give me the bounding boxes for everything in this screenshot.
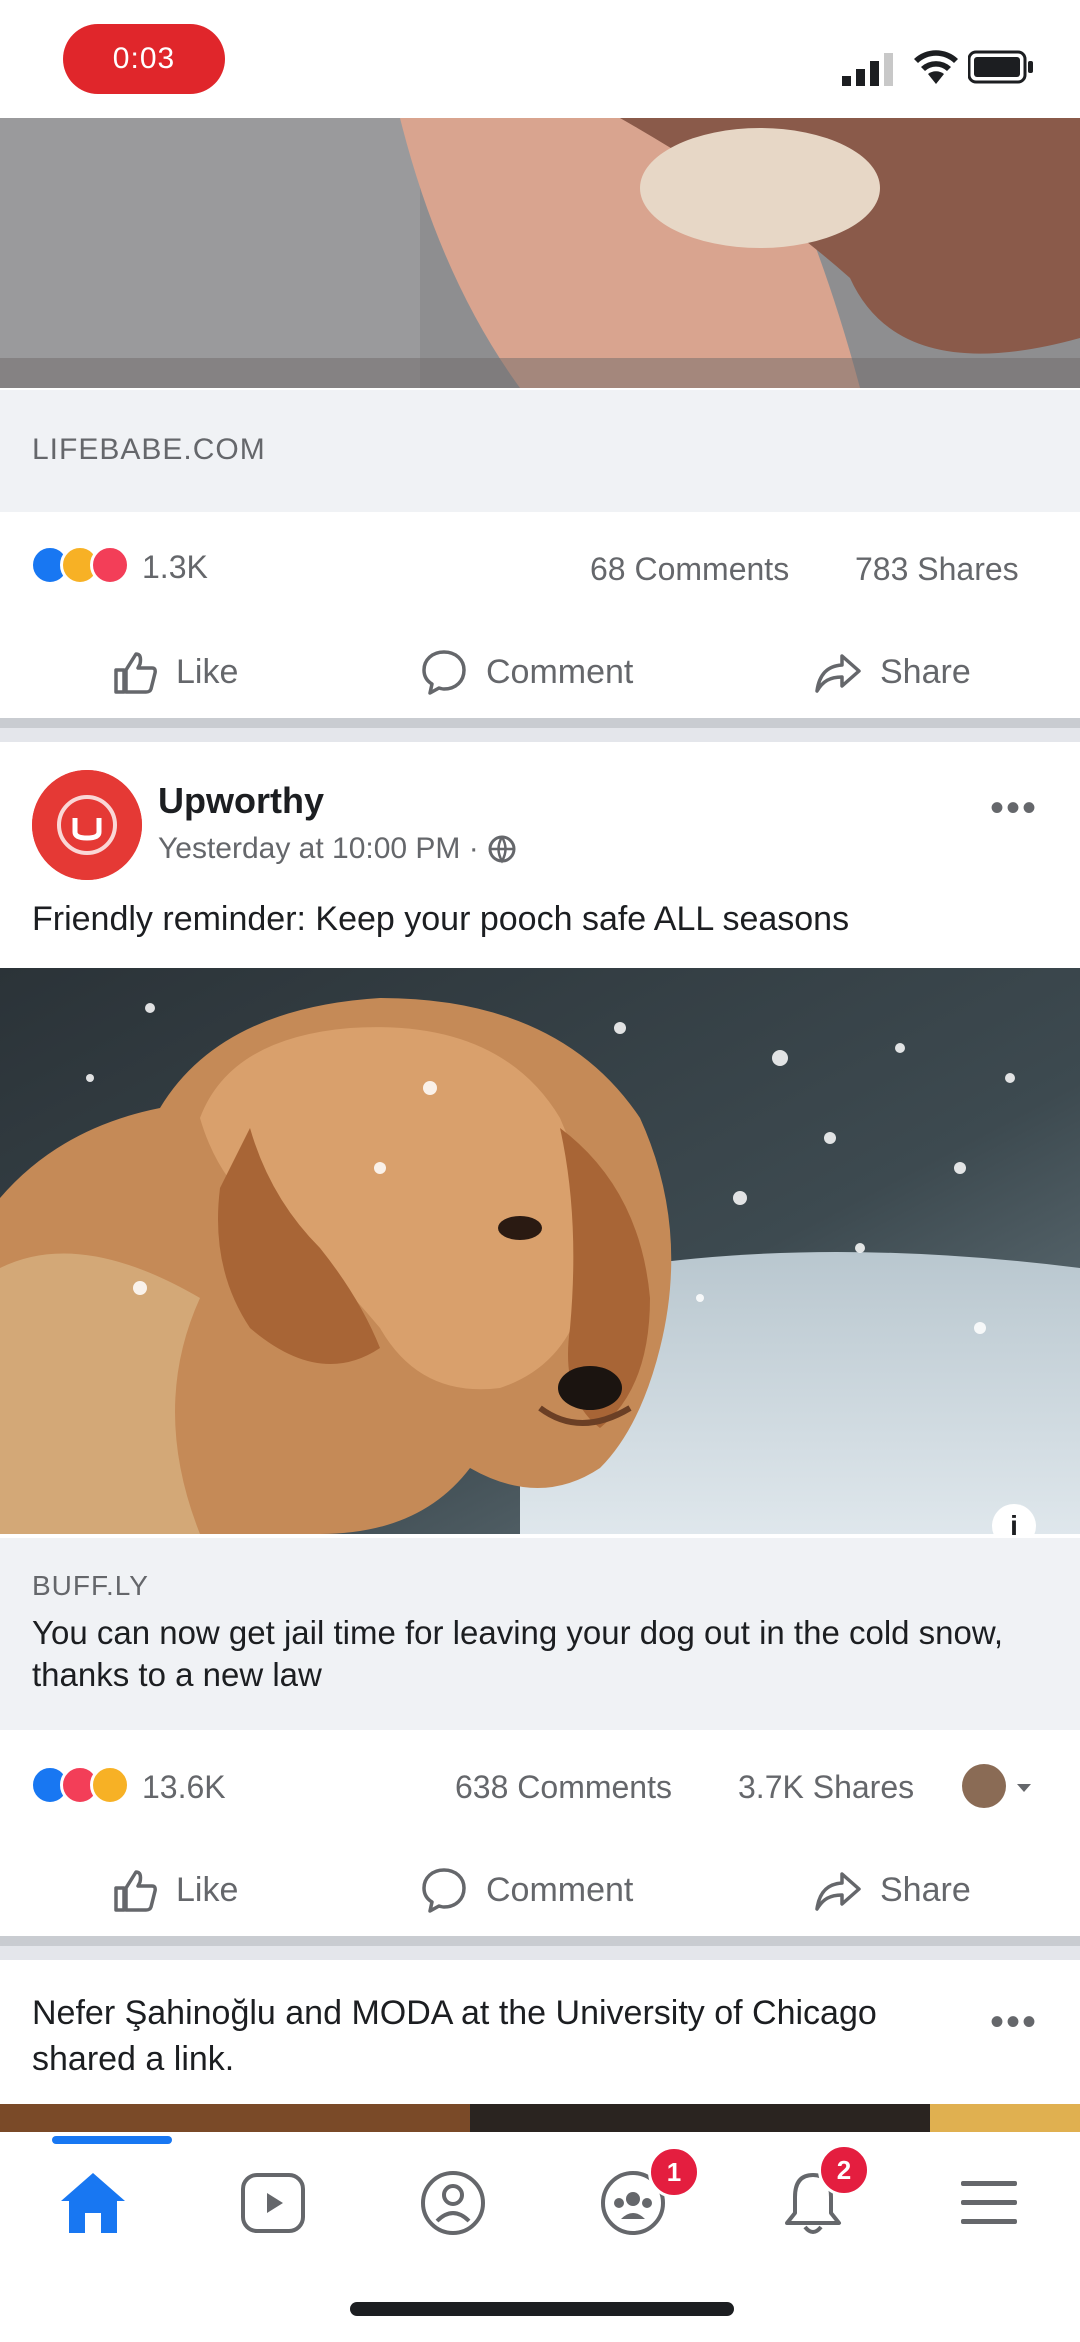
post2-like-button[interactable]: Like	[108, 1854, 238, 1926]
post1-reactions[interactable]: 1.3K	[30, 545, 210, 589]
viewer-avatar	[962, 1764, 1006, 1808]
reaction-count: 1.3K	[142, 549, 208, 585]
post2-share-button[interactable]: Share	[812, 1854, 971, 1926]
share-icon	[815, 654, 861, 693]
page-avatar[interactable]	[32, 770, 142, 880]
post2-comment-button[interactable]: Comment	[418, 1854, 633, 1926]
post1-link-image[interactable]	[0, 118, 1080, 388]
cellular-signal-icon	[842, 53, 893, 86]
home-indicator[interactable]	[350, 2302, 734, 2316]
comment-icon	[422, 650, 466, 695]
haha-reaction-icon	[90, 1765, 130, 1805]
post1-shares-count[interactable]: 783 Shares	[855, 551, 1019, 588]
thumbs-up-icon	[114, 652, 157, 694]
recording-indicator[interactable]: 0:03	[63, 24, 225, 94]
post2-reactions[interactable]: 13.6K	[30, 1765, 226, 1809]
love-reaction-icon	[90, 545, 130, 585]
reaction-count: 13.6K	[142, 1769, 226, 1805]
post2-link-image[interactable]	[0, 968, 1080, 1534]
post-more-options-icon[interactable]: •••	[990, 786, 1038, 831]
post1-like-button[interactable]: Like	[108, 636, 238, 708]
thumbs-up-icon	[114, 1870, 157, 1912]
post-text: Friendly reminder: Keep your pooch safe …	[32, 900, 850, 938]
comment-icon	[422, 1868, 466, 1913]
nav-marketplace[interactable]	[408, 2158, 498, 2248]
reaction-avatar-selector[interactable]	[962, 1764, 1042, 1810]
post3-header-text[interactable]: Nefer Şahinoğlu and MODA at the Universi…	[32, 1990, 912, 2082]
like-label: Like	[176, 652, 239, 691]
nav-watch[interactable]	[228, 2158, 318, 2248]
nav-active-indicator	[52, 2136, 172, 2144]
upworthy-logo-icon	[32, 770, 142, 880]
share-label: Share	[880, 652, 971, 691]
like-label: Like	[176, 1870, 239, 1909]
post1-link-domain: LIFEBABE.COM	[32, 433, 266, 466]
wifi-icon	[914, 50, 958, 84]
globe-icon	[488, 835, 516, 864]
post2-comments-count[interactable]: 638 Comments	[455, 1769, 672, 1806]
share-icon	[815, 1872, 861, 1911]
share-label: Share	[880, 1870, 971, 1909]
profile-circle-icon	[421, 2171, 485, 2235]
post2-link-headline[interactable]: You can now get jail time for leaving yo…	[32, 1612, 1042, 1696]
comment-label: Comment	[486, 1870, 634, 1909]
nav-home[interactable]	[48, 2158, 138, 2248]
nav-menu[interactable]	[944, 2158, 1034, 2248]
feed-divider-fill	[0, 728, 1080, 742]
post2-link-domain: BUFF.LY	[32, 1570, 149, 1601]
watch-video-icon	[241, 2173, 305, 2233]
post1-share-button[interactable]: Share	[812, 636, 971, 708]
groups-badge: 1	[648, 2146, 700, 2198]
post1-comment-button[interactable]: Comment	[418, 636, 633, 708]
feed-divider-fill	[0, 1946, 1080, 1960]
post2-shares-count[interactable]: 3.7K Shares	[738, 1769, 914, 1806]
comment-label: Comment	[486, 652, 634, 691]
post-time-text: Yesterday at 10:00 PM ·	[158, 832, 479, 865]
notifications-badge: 2	[818, 2144, 870, 2196]
post-timestamp[interactable]: Yesterday at 10:00 PM ·	[158, 832, 517, 866]
page-name[interactable]: Upworthy	[158, 780, 324, 822]
chevron-down-icon	[1017, 1784, 1031, 1792]
hamburger-menu-icon	[961, 2181, 1017, 2224]
post1-comments-count[interactable]: 68 Comments	[590, 551, 789, 588]
battery-icon	[968, 50, 1033, 84]
post3-more-options-icon[interactable]: •••	[990, 2000, 1038, 2045]
home-icon	[61, 2173, 125, 2233]
